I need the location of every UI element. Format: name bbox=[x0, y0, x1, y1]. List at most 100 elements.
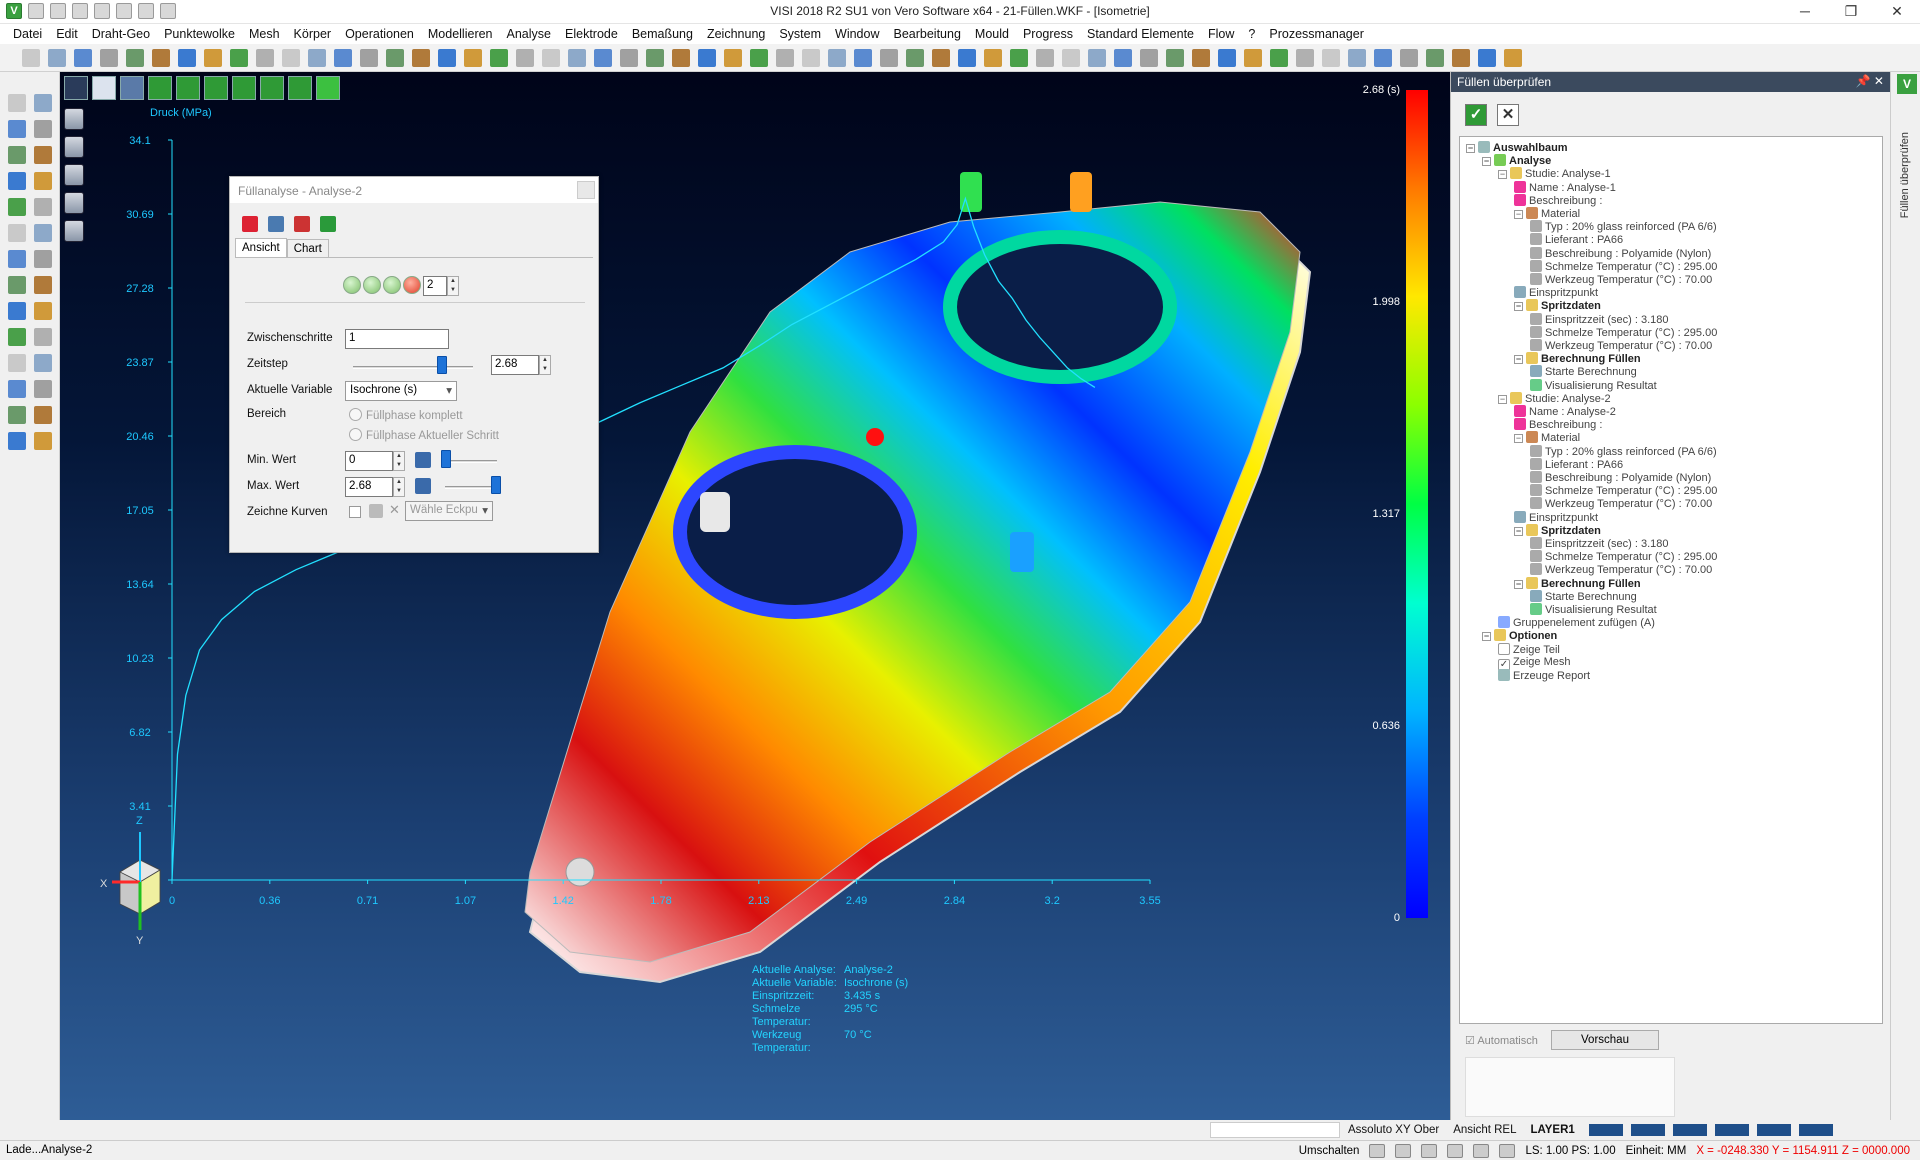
menu-item-8[interactable]: Analyse bbox=[500, 27, 558, 41]
toolbar-tool-icon[interactable] bbox=[620, 49, 638, 67]
toolbar-tool-icon[interactable] bbox=[802, 49, 820, 67]
toolbar-tool-icon[interactable] bbox=[1478, 49, 1496, 67]
kurven-checkbox[interactable] bbox=[349, 506, 361, 518]
cylinder-view-5-icon[interactable] bbox=[64, 220, 84, 242]
toolbar-tool-icon[interactable] bbox=[594, 49, 612, 67]
left-tool-icon[interactable] bbox=[8, 276, 26, 294]
step-spinner[interactable]: ▲ ▼ bbox=[447, 276, 459, 296]
tree-toggle-icon[interactable]: − bbox=[1498, 170, 1507, 180]
tab-chart[interactable]: Chart bbox=[286, 239, 329, 258]
cube-view-bottom-icon[interactable] bbox=[288, 76, 312, 100]
menu-item-1[interactable]: Edit bbox=[49, 27, 85, 41]
cube-view-left-icon[interactable] bbox=[204, 76, 228, 100]
left-tool-icon[interactable] bbox=[34, 406, 52, 424]
tree-toggle-icon[interactable]: − bbox=[1514, 526, 1523, 536]
left-tool-icon[interactable] bbox=[8, 120, 26, 138]
left-tool-icon[interactable] bbox=[34, 250, 52, 268]
ansicht-label[interactable]: Ansicht REL bbox=[1453, 1124, 1516, 1136]
step-input[interactable]: 2 bbox=[423, 276, 447, 296]
menu-item-20[interactable]: Prozessmanager bbox=[1262, 27, 1371, 41]
toolbar-tool-icon[interactable] bbox=[854, 49, 872, 67]
toolbar-tool-icon[interactable] bbox=[360, 49, 378, 67]
refresh-icon[interactable] bbox=[1499, 1144, 1516, 1158]
status-block-4[interactable] bbox=[1714, 1124, 1749, 1136]
zeitstep-spinner[interactable]: ▲ ▼ bbox=[539, 355, 551, 375]
toolbar-tool-icon[interactable] bbox=[334, 49, 352, 67]
command-input[interactable] bbox=[1210, 1122, 1340, 1138]
left-tool-icon[interactable] bbox=[8, 172, 26, 190]
toolbar-tool-icon[interactable] bbox=[568, 49, 586, 67]
ok-button[interactable]: ✓ bbox=[1465, 104, 1487, 126]
toolbar-tool-icon[interactable] bbox=[438, 49, 456, 67]
toolbar-tool-icon[interactable] bbox=[828, 49, 846, 67]
dialog-title-bar[interactable]: Füllanalyse - Analyse-2 bbox=[230, 177, 598, 203]
toolbar-tool-icon[interactable] bbox=[516, 49, 534, 67]
status-block-1[interactable] bbox=[1588, 1124, 1623, 1136]
toolbar-tool-icon[interactable] bbox=[1270, 49, 1288, 67]
toolbar-tool-icon[interactable] bbox=[958, 49, 976, 67]
menu-item-3[interactable]: Punktewolke bbox=[157, 27, 242, 41]
tree-toggle-icon[interactable]: − bbox=[1514, 434, 1523, 444]
stop-icon[interactable] bbox=[363, 276, 381, 294]
bereich-option-aktuell[interactable]: Füllphase Aktueller Schritt bbox=[349, 428, 499, 442]
toolbar-tool-icon[interactable] bbox=[646, 49, 664, 67]
menu-item-5[interactable]: Körper bbox=[287, 27, 339, 41]
menu-item-11[interactable]: Zeichnung bbox=[700, 27, 772, 41]
tree-toggle-icon[interactable]: − bbox=[1514, 579, 1523, 589]
grid-icon[interactable] bbox=[1395, 1144, 1412, 1158]
help-icon[interactable] bbox=[1447, 1144, 1464, 1158]
cylinder-view-2-icon[interactable] bbox=[64, 136, 84, 158]
molded-part-model[interactable] bbox=[524, 172, 1312, 984]
menu-item-7[interactable]: Modellieren bbox=[421, 27, 500, 41]
menu-item-2[interactable]: Draht-Geo bbox=[85, 27, 157, 41]
toolbar-tool-icon[interactable] bbox=[1114, 49, 1132, 67]
left-tool-icon[interactable] bbox=[8, 94, 26, 112]
tree-toggle-icon[interactable]: − bbox=[1498, 394, 1507, 404]
status-block-3[interactable] bbox=[1672, 1124, 1707, 1136]
tree-checkbox[interactable] bbox=[1498, 642, 1510, 655]
coordinate-system-label[interactable]: Assoluto XY Ober bbox=[1348, 1124, 1439, 1136]
record-icon[interactable] bbox=[403, 276, 421, 294]
toolbar-tool-icon[interactable] bbox=[412, 49, 430, 67]
toolbar-tool-icon[interactable] bbox=[880, 49, 898, 67]
zeitstep-slider-track[interactable] bbox=[353, 366, 473, 369]
min-slider-thumb[interactable] bbox=[441, 450, 451, 468]
tree-toggle-icon[interactable]: − bbox=[1514, 302, 1523, 312]
menu-view-icon[interactable] bbox=[64, 76, 88, 100]
menu-item-15[interactable]: Mould bbox=[968, 27, 1016, 41]
toolbar-tool-icon[interactable] bbox=[1452, 49, 1470, 67]
toolbar-tool-icon[interactable] bbox=[100, 49, 118, 67]
vorschau-button[interactable]: Vorschau bbox=[1551, 1030, 1659, 1050]
left-tool-icon[interactable] bbox=[34, 328, 52, 346]
toolbar-tool-icon[interactable] bbox=[126, 49, 144, 67]
variable-select[interactable]: Isochrone (s) bbox=[345, 381, 457, 401]
toolbar-tool-icon[interactable] bbox=[906, 49, 924, 67]
toolbar-tool-icon[interactable] bbox=[48, 49, 66, 67]
toolbar-tool-icon[interactable] bbox=[1374, 49, 1392, 67]
person-icon[interactable] bbox=[242, 216, 258, 232]
toolbar-tool-icon[interactable] bbox=[1166, 49, 1184, 67]
side-panel-label[interactable]: Füllen überprüfen bbox=[1899, 132, 1911, 218]
left-tool-icon[interactable] bbox=[34, 146, 52, 164]
tree-toggle-icon[interactable]: − bbox=[1514, 210, 1523, 219]
left-tool-icon[interactable] bbox=[8, 146, 26, 164]
toolbar-tool-icon[interactable] bbox=[1218, 49, 1236, 67]
toolbar-tool-icon[interactable] bbox=[308, 49, 326, 67]
tree-toggle-icon[interactable]: − bbox=[1466, 144, 1475, 153]
toolbar-tool-icon[interactable] bbox=[1140, 49, 1158, 67]
toolbar-tool-icon[interactable] bbox=[776, 49, 794, 67]
dialog-close-button[interactable] bbox=[577, 181, 595, 199]
toolbar-tool-icon[interactable] bbox=[22, 49, 40, 67]
toolbar-tool-icon[interactable] bbox=[152, 49, 170, 67]
pick-points-icon[interactable] bbox=[369, 504, 383, 518]
cube-view-back-icon[interactable] bbox=[176, 76, 200, 100]
tree-toggle-icon[interactable]: − bbox=[1482, 157, 1491, 167]
layer-label[interactable]: LAYER1 bbox=[1530, 1124, 1574, 1136]
camera-icon[interactable] bbox=[294, 216, 310, 232]
toolbar-tool-icon[interactable] bbox=[464, 49, 482, 67]
left-tool-icon[interactable] bbox=[34, 276, 52, 294]
status-block-2[interactable] bbox=[1630, 1124, 1665, 1136]
cylinder-view-4-icon[interactable] bbox=[64, 192, 84, 214]
zeitstep-slider-thumb[interactable] bbox=[437, 356, 447, 374]
pause-icon[interactable] bbox=[383, 276, 401, 294]
